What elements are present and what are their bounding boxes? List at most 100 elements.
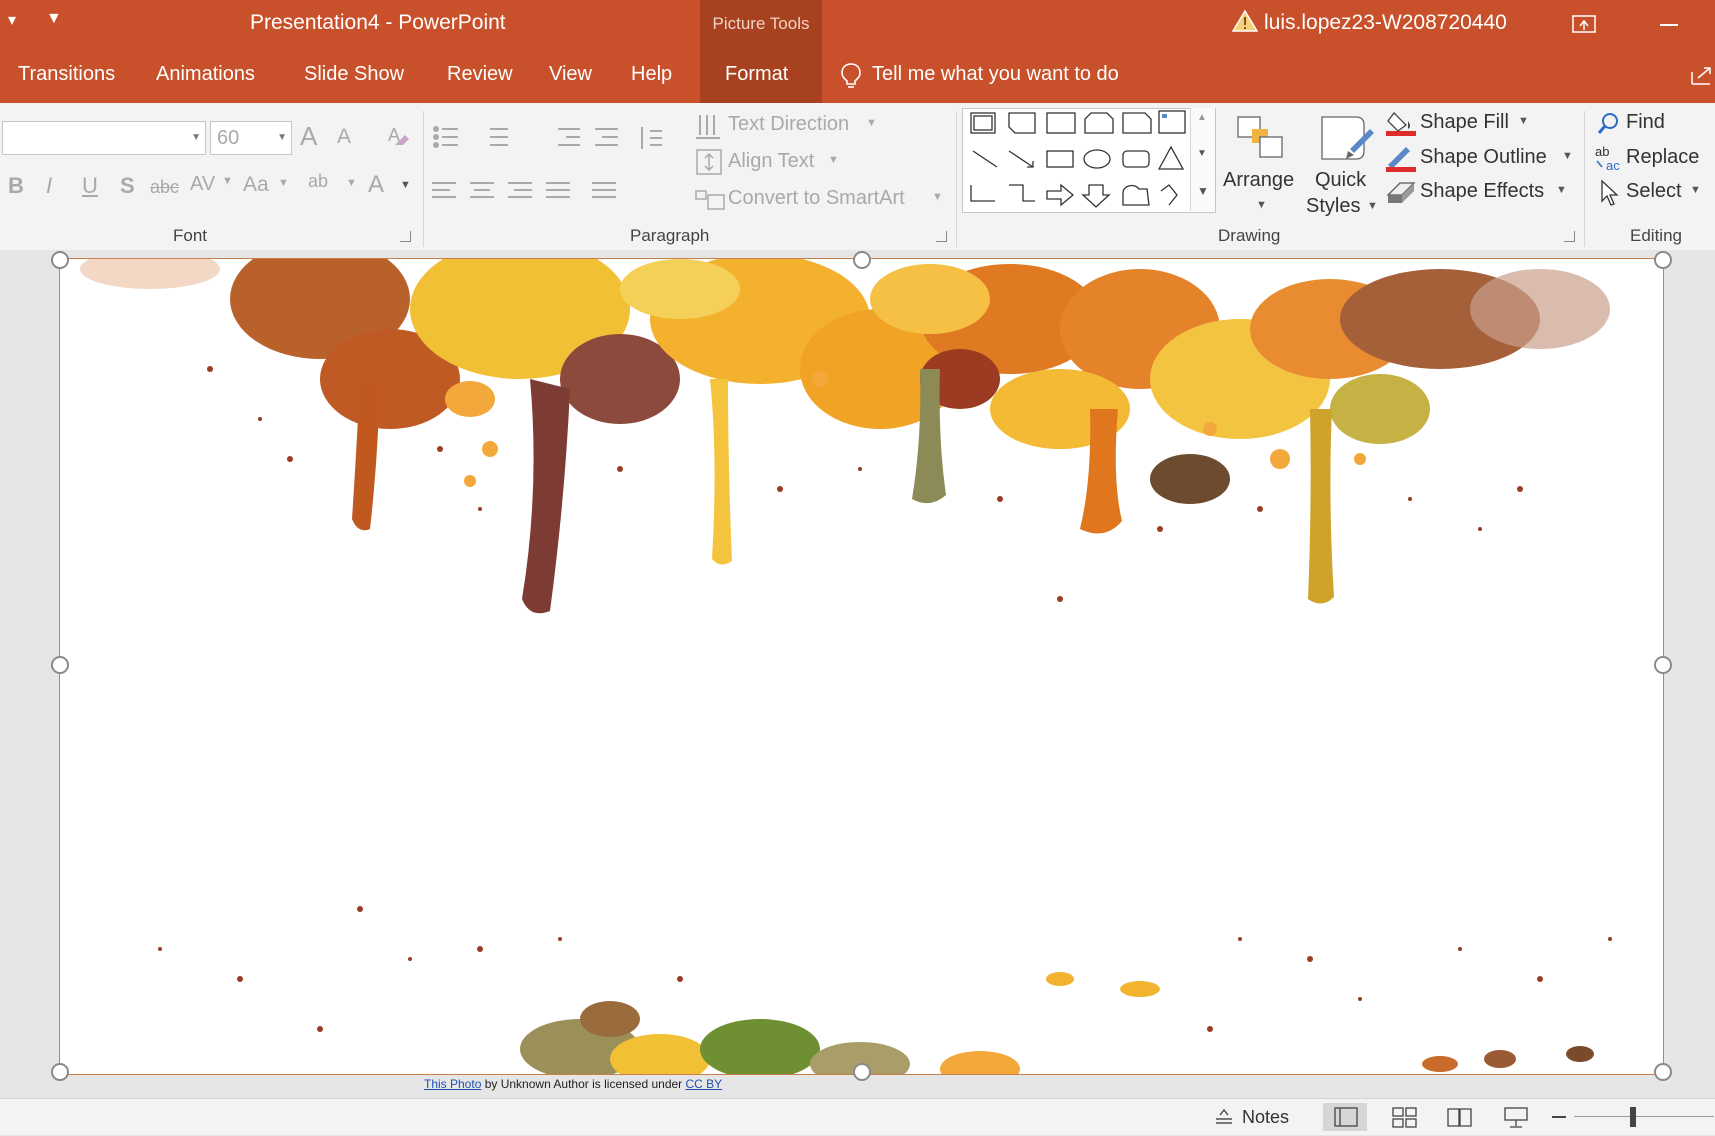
shapes-gallery-icons[interactable] bbox=[963, 109, 1191, 212]
gallery-more-icon[interactable]: ▼ bbox=[1197, 184, 1209, 198]
resize-handle-left[interactable] bbox=[51, 656, 69, 674]
bold-button[interactable]: B bbox=[8, 173, 24, 199]
text-shadow-button[interactable]: S bbox=[120, 173, 135, 199]
gallery-up-icon[interactable]: ▲ bbox=[1197, 112, 1207, 123]
character-spacing-button[interactable]: AV bbox=[190, 173, 215, 196]
underline-button[interactable]: U bbox=[82, 173, 98, 199]
paint-splatter-picture[interactable] bbox=[60, 259, 1663, 1074]
tab-help[interactable]: Help bbox=[631, 63, 672, 86]
align-text-dropdown-icon[interactable]: ▼ bbox=[828, 154, 839, 166]
tab-animations[interactable]: Animations bbox=[156, 63, 255, 86]
shape-effects-icon[interactable] bbox=[1384, 179, 1418, 207]
license-link[interactable]: CC BY bbox=[686, 1077, 723, 1091]
font-color-dropdown-icon[interactable]: ▼ bbox=[400, 179, 411, 191]
character-spacing-dropdown-icon[interactable]: ▼ bbox=[222, 175, 233, 187]
quick-styles-icon[interactable] bbox=[1316, 111, 1376, 167]
quick-styles-line2[interactable]: Styles bbox=[1306, 195, 1360, 218]
zoom-out-icon[interactable] bbox=[1552, 1116, 1566, 1118]
text-direction-icon[interactable] bbox=[694, 111, 724, 141]
font-size-combo[interactable]: 60 ▼ bbox=[210, 121, 292, 155]
select-dropdown-icon[interactable]: ▼ bbox=[1690, 184, 1701, 196]
shape-fill-dropdown-icon[interactable]: ▼ bbox=[1518, 115, 1529, 127]
align-text-icon[interactable] bbox=[694, 147, 724, 177]
smartart-icon[interactable] bbox=[694, 185, 726, 213]
quick-styles-dropdown-icon[interactable]: ▼ bbox=[1367, 200, 1378, 212]
find-button[interactable]: Find bbox=[1626, 111, 1665, 134]
shape-outline-dropdown-icon[interactable]: ▼ bbox=[1562, 150, 1573, 162]
resize-handle-bottom-right[interactable] bbox=[1654, 1063, 1672, 1081]
shapes-gallery-scrollbar[interactable]: ▲ ▼ ▼ bbox=[1190, 108, 1215, 211]
text-direction-button[interactable]: Text Direction bbox=[728, 113, 849, 136]
svg-text:ab: ab bbox=[1595, 144, 1609, 159]
clear-formatting-icon[interactable]: A bbox=[385, 123, 411, 149]
font-color-button[interactable]: A bbox=[368, 171, 384, 199]
drawing-dialog-launcher-icon[interactable] bbox=[1564, 231, 1575, 242]
slide-canvas[interactable] bbox=[59, 258, 1664, 1075]
paragraph-dialog-launcher-icon[interactable] bbox=[936, 231, 947, 242]
tab-slide-show[interactable]: Slide Show bbox=[304, 63, 404, 86]
minimize-icon[interactable] bbox=[1660, 24, 1678, 26]
shapes-gallery[interactable] bbox=[962, 108, 1216, 213]
resize-handle-bottom-left[interactable] bbox=[51, 1063, 69, 1081]
paragraph-buttons-icon[interactable] bbox=[430, 123, 690, 233]
change-case-dropdown-icon[interactable]: ▼ bbox=[278, 177, 289, 189]
resize-handle-bottom[interactable] bbox=[853, 1063, 871, 1081]
reading-view-button[interactable] bbox=[1438, 1103, 1482, 1131]
highlight-button[interactable]: ab bbox=[308, 171, 328, 192]
shrink-font-button[interactable]: A bbox=[337, 125, 351, 149]
ribbon-display-options-icon[interactable] bbox=[1572, 14, 1596, 34]
highlight-dropdown-icon[interactable]: ▼ bbox=[346, 177, 357, 189]
convert-to-smartart-button[interactable]: Convert to SmartArt bbox=[728, 187, 905, 210]
arrange-button[interactable]: Arrange bbox=[1223, 169, 1294, 192]
arrange-icon[interactable] bbox=[1234, 113, 1288, 163]
resize-handle-top-left[interactable] bbox=[51, 251, 69, 269]
replace-icon[interactable]: ab ac bbox=[1594, 143, 1624, 173]
slide-sorter-view-button[interactable] bbox=[1383, 1103, 1427, 1131]
document-title: Presentation4 - PowerPoint bbox=[250, 11, 506, 34]
quick-styles-line1[interactable]: Quick bbox=[1315, 169, 1366, 192]
text-direction-dropdown-icon[interactable]: ▼ bbox=[866, 117, 877, 129]
tab-view[interactable]: View bbox=[549, 63, 592, 86]
font-name-combo[interactable]: ▼ bbox=[2, 121, 206, 155]
account-area[interactable]: luis.lopez23-W208720440 bbox=[1232, 10, 1507, 35]
slideshow-view-button[interactable] bbox=[1494, 1103, 1538, 1131]
resize-handle-top-right[interactable] bbox=[1654, 251, 1672, 269]
cursor-select-icon[interactable] bbox=[1598, 179, 1622, 207]
notes-icon[interactable] bbox=[1214, 1109, 1234, 1127]
arrange-dropdown-icon[interactable]: ▼ bbox=[1256, 199, 1267, 211]
replace-button[interactable]: Replace bbox=[1626, 146, 1699, 169]
tell-me-search[interactable]: Tell me what you want to do bbox=[872, 63, 1119, 86]
change-case-button[interactable]: Aa bbox=[243, 173, 269, 197]
quick-access-dropdown-icon[interactable]: ▾ bbox=[8, 10, 16, 30]
notes-button[interactable]: Notes bbox=[1242, 1107, 1289, 1128]
shape-effects-button[interactable]: Shape Effects bbox=[1420, 180, 1544, 203]
font-dialog-launcher-icon[interactable] bbox=[400, 231, 411, 242]
grow-font-button[interactable]: A bbox=[300, 121, 317, 152]
resize-handle-right[interactable] bbox=[1654, 656, 1672, 674]
gallery-down-icon[interactable]: ▼ bbox=[1197, 148, 1207, 159]
this-photo-link[interactable]: This Photo bbox=[424, 1077, 481, 1091]
shape-outline-icon[interactable] bbox=[1384, 145, 1418, 173]
tab-transitions[interactable]: Transitions bbox=[18, 63, 115, 86]
customize-quick-access-icon[interactable]: ▼ bbox=[46, 10, 62, 28]
smartart-dropdown-icon[interactable]: ▼ bbox=[932, 191, 943, 203]
font-size-dropdown-icon[interactable]: ▼ bbox=[277, 132, 287, 143]
italic-button[interactable]: I bbox=[46, 173, 52, 199]
strikethrough-button[interactable]: abc bbox=[150, 177, 179, 198]
normal-view-button[interactable] bbox=[1323, 1103, 1367, 1131]
resize-handle-top[interactable] bbox=[853, 251, 871, 269]
zoom-slider-track[interactable] bbox=[1574, 1116, 1714, 1117]
ribbon: ▼ 60 ▼ A A A B I U S abc AV ▼ Aa ▼ ab ▼ … bbox=[0, 103, 1715, 251]
shape-effects-dropdown-icon[interactable]: ▼ bbox=[1556, 184, 1567, 196]
zoom-slider-thumb[interactable] bbox=[1630, 1107, 1636, 1127]
tab-review[interactable]: Review bbox=[447, 63, 513, 86]
align-text-button[interactable]: Align Text bbox=[728, 150, 814, 173]
find-icon[interactable] bbox=[1596, 111, 1622, 137]
shape-fill-icon[interactable] bbox=[1384, 109, 1418, 137]
font-name-dropdown-icon[interactable]: ▼ bbox=[191, 132, 201, 143]
shape-fill-button[interactable]: Shape Fill bbox=[1420, 111, 1509, 134]
share-icon[interactable] bbox=[1690, 64, 1714, 86]
select-button[interactable]: Select bbox=[1626, 180, 1682, 203]
tab-format[interactable]: Format bbox=[725, 63, 788, 86]
shape-outline-button[interactable]: Shape Outline bbox=[1420, 146, 1547, 169]
